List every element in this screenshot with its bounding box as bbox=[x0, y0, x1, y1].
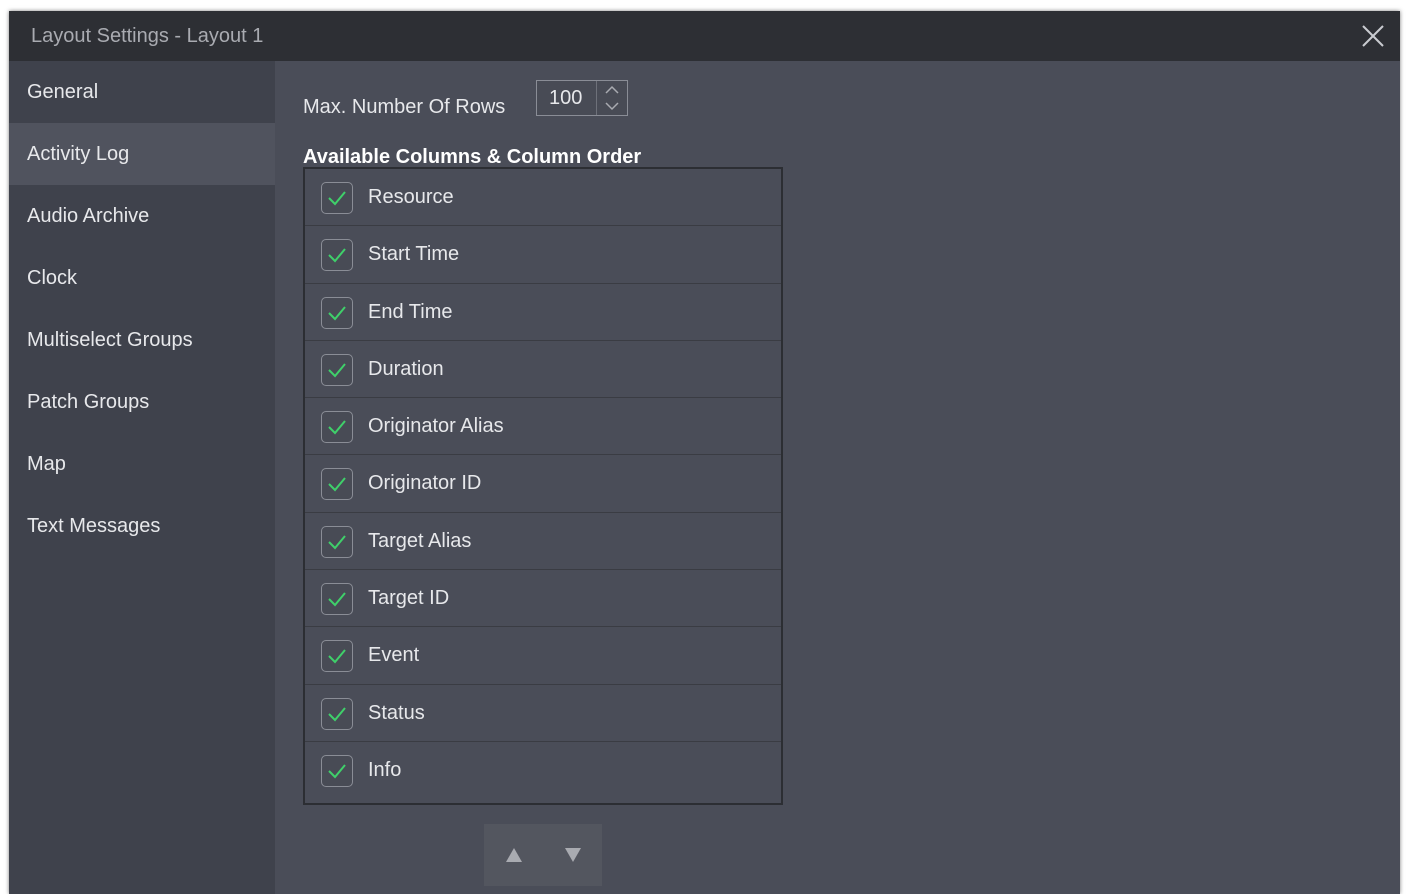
max-rows-label: Max. Number Of Rows bbox=[303, 96, 506, 118]
chevron-down-icon bbox=[605, 102, 619, 111]
column-checkbox[interactable] bbox=[321, 353, 353, 386]
column-label: Event bbox=[368, 644, 420, 667]
list-item[interactable]: Duration bbox=[305, 341, 781, 399]
check-icon bbox=[328, 477, 346, 492]
sidebar-item-label: Text Messages bbox=[27, 515, 161, 537]
sidebar-item-patch-groups[interactable]: Patch Groups bbox=[9, 371, 275, 433]
check-icon bbox=[328, 764, 346, 779]
check-icon bbox=[328, 707, 346, 722]
list-item[interactable]: Target Alias bbox=[305, 513, 781, 571]
layout-settings-dialog: Layout Settings - Layout 1 General Activ… bbox=[9, 11, 1400, 894]
column-order-controls bbox=[484, 824, 602, 886]
column-checkbox[interactable] bbox=[321, 583, 353, 616]
column-checkbox[interactable] bbox=[321, 411, 353, 444]
column-label: Target ID bbox=[368, 587, 450, 610]
sidebar-item-label: Map bbox=[27, 453, 66, 475]
max-rows-input[interactable]: 100 bbox=[549, 87, 582, 110]
check-icon bbox=[328, 535, 346, 550]
sidebar-item-text-messages[interactable]: Text Messages bbox=[9, 495, 275, 557]
list-item[interactable]: Start Time bbox=[305, 226, 781, 284]
move-down-button[interactable] bbox=[543, 824, 602, 886]
column-label: Resource bbox=[368, 186, 454, 208]
settings-sidebar: General Activity Log Audio Archive Clock… bbox=[9, 61, 275, 894]
sidebar-item-label: Activity Log bbox=[27, 143, 130, 165]
column-label: End Time bbox=[368, 300, 453, 323]
column-label: Originator ID bbox=[368, 472, 482, 495]
sidebar-item-multiselect-groups[interactable]: Multiselect Groups bbox=[9, 309, 275, 371]
sidebar-item-general[interactable]: General bbox=[9, 61, 275, 123]
column-checkbox[interactable] bbox=[321, 296, 353, 329]
column-checkbox[interactable] bbox=[321, 697, 353, 730]
list-item[interactable]: Originator ID bbox=[305, 455, 781, 513]
columns-heading: Available Columns & Column Order bbox=[303, 146, 642, 168]
column-label: Target Alias bbox=[368, 529, 472, 552]
column-checkbox[interactable] bbox=[321, 754, 353, 787]
column-checkbox[interactable] bbox=[321, 239, 353, 272]
title-bar: Layout Settings - Layout 1 bbox=[9, 11, 1400, 61]
sidebar-item-label: Patch Groups bbox=[27, 391, 150, 413]
dialog-title: Layout Settings - Layout 1 bbox=[31, 25, 264, 47]
close-icon bbox=[1362, 25, 1384, 47]
settings-content: Max. Number Of Rows 100 Available Column… bbox=[275, 61, 1400, 894]
list-item[interactable]: Status bbox=[305, 685, 781, 742]
stepper-down-button[interactable] bbox=[597, 98, 627, 115]
check-icon bbox=[328, 592, 346, 607]
sidebar-item-activity-log[interactable]: Activity Log bbox=[9, 123, 275, 185]
triangle-down-icon bbox=[565, 848, 581, 862]
column-label: Duration bbox=[368, 357, 444, 380]
sidebar-item-label: General bbox=[27, 81, 99, 103]
list-item[interactable]: Target ID bbox=[305, 570, 781, 628]
column-label: Info bbox=[368, 758, 402, 781]
list-item[interactable]: Originator Alias bbox=[305, 398, 781, 456]
check-icon bbox=[328, 420, 346, 435]
column-checkbox[interactable] bbox=[321, 640, 353, 673]
triangle-up-icon bbox=[506, 848, 522, 862]
max-rows-stepper[interactable]: 100 bbox=[536, 80, 628, 116]
list-item[interactable]: End Time bbox=[305, 284, 781, 341]
stepper-buttons bbox=[596, 81, 627, 115]
check-icon bbox=[328, 649, 346, 664]
list-item[interactable]: Info bbox=[305, 742, 781, 799]
sidebar-item-map[interactable]: Map bbox=[9, 433, 275, 495]
column-label: Start Time bbox=[368, 243, 460, 266]
check-icon bbox=[328, 363, 346, 378]
check-icon bbox=[328, 191, 346, 206]
column-label: Status bbox=[368, 701, 425, 724]
sidebar-item-clock[interactable]: Clock bbox=[9, 247, 275, 309]
column-checkbox[interactable] bbox=[321, 468, 353, 501]
sidebar-item-audio-archive[interactable]: Audio Archive bbox=[9, 185, 275, 247]
list-item[interactable]: Resource bbox=[305, 169, 781, 227]
chevron-up-icon bbox=[605, 85, 619, 94]
sidebar-item-label: Clock bbox=[27, 267, 78, 289]
sidebar-item-label: Multiselect Groups bbox=[27, 329, 193, 351]
sidebar-item-label: Audio Archive bbox=[27, 205, 150, 227]
columns-list: Resource Start Time End Time Duration Or… bbox=[303, 167, 783, 805]
check-icon bbox=[328, 248, 346, 263]
column-label: Originator Alias bbox=[368, 415, 504, 438]
list-item[interactable]: Event bbox=[305, 627, 781, 685]
column-checkbox[interactable] bbox=[321, 525, 353, 558]
check-icon bbox=[328, 305, 346, 321]
stepper-up-button[interactable] bbox=[597, 81, 627, 98]
move-up-button[interactable] bbox=[484, 824, 543, 886]
column-checkbox[interactable] bbox=[321, 182, 353, 214]
close-button[interactable] bbox=[1360, 23, 1386, 49]
